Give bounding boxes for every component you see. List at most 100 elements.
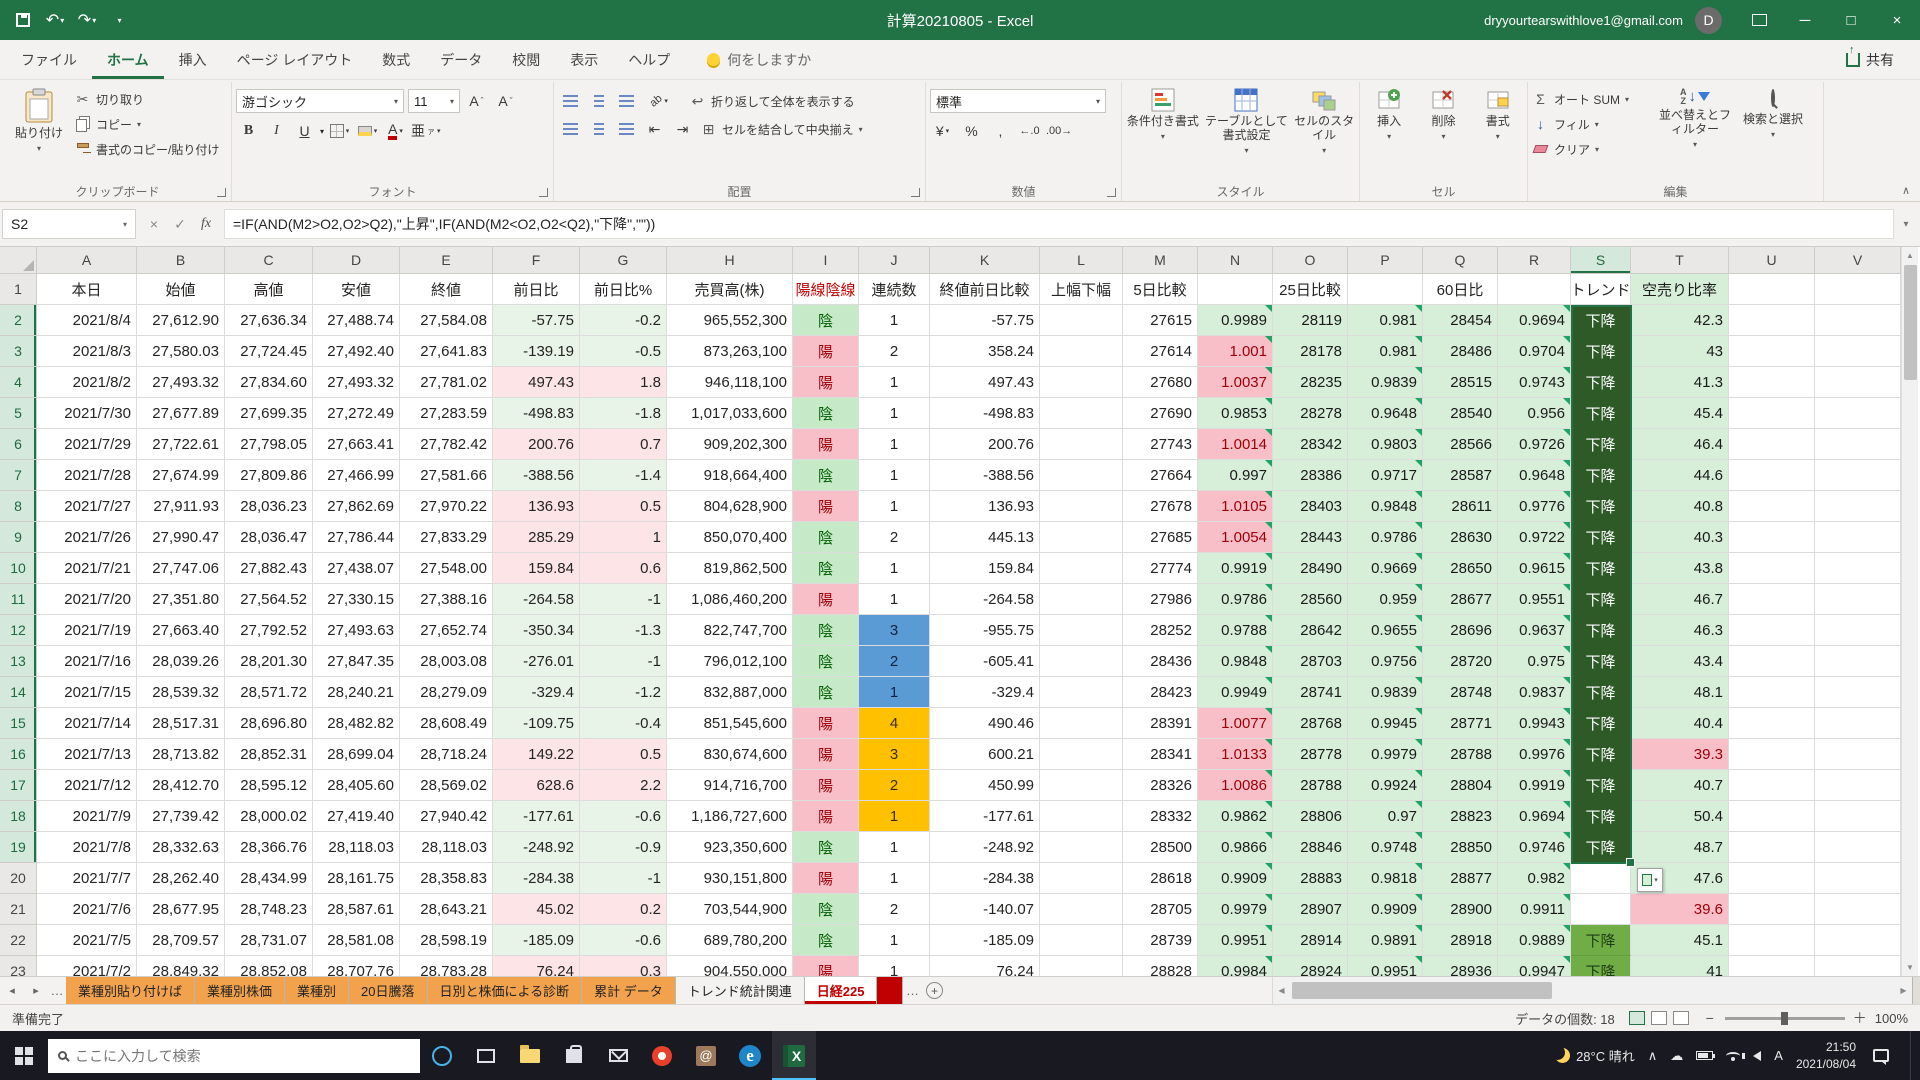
select-all-corner[interactable] [0,247,37,274]
cell-L2[interactable] [1040,305,1123,336]
cell-R9[interactable]: 0.9722 [1498,522,1571,553]
file-explorer-button[interactable] [508,1031,552,1080]
cell-U2[interactable] [1729,305,1815,336]
edge-button[interactable]: e [728,1031,772,1080]
cell-I21[interactable]: 陰 [793,894,859,925]
scroll-up-arrow[interactable]: ▲ [1902,247,1918,264]
cell-P1[interactable] [1348,274,1423,305]
cell-I1[interactable]: 陽線陰線 [793,274,859,305]
ribbon-tab-1[interactable]: ホーム [92,40,164,79]
cell-I8[interactable]: 陽 [793,491,859,522]
save-button[interactable] [8,4,38,36]
align-center-button[interactable] [586,117,611,141]
new-sheet-button[interactable]: + [921,977,947,1004]
cell-H5[interactable]: 1,017,033,600 [667,398,793,429]
italic-button[interactable]: I [264,119,289,143]
cell-I11[interactable]: 陽 [793,584,859,615]
cell-G18[interactable]: -0.6 [580,801,667,832]
cell-T7[interactable]: 44.6 [1631,460,1729,491]
row-header-21[interactable]: 21 [0,894,37,925]
align-middle-button[interactable] [586,89,611,113]
cell-L19[interactable] [1040,832,1123,863]
cell-P14[interactable]: 0.9839 [1348,677,1423,708]
cell-G6[interactable]: 0.7 [580,429,667,460]
cell-D3[interactable]: 27,492.40 [313,336,400,367]
cell-N15[interactable]: 1.0077 [1198,708,1273,739]
cell-P17[interactable]: 0.9924 [1348,770,1423,801]
cell-U12[interactable] [1729,615,1815,646]
sheet-tab-業種別[interactable]: 業種別 [285,977,349,1004]
cell-I20[interactable]: 陽 [793,863,859,894]
cell-L21[interactable] [1040,894,1123,925]
horizontal-scrollbar[interactable]: ◀ ▶ [1272,977,1912,1004]
cell-M15[interactable]: 28391 [1123,708,1198,739]
cell-D10[interactable]: 27,438.07 [313,553,400,584]
font-color-button[interactable]: A▾ [383,119,408,143]
cell-T19[interactable]: 48.7 [1631,832,1729,863]
cell-K21[interactable]: -140.07 [930,894,1040,925]
cell-O12[interactable]: 28642 [1273,615,1348,646]
cell-O6[interactable]: 28342 [1273,429,1348,460]
cell-M2[interactable]: 27615 [1123,305,1198,336]
cell-A16[interactable]: 2021/7/13 [37,739,137,770]
cell-D20[interactable]: 28,161.75 [313,863,400,894]
cell-M5[interactable]: 27690 [1123,398,1198,429]
cell-N14[interactable]: 0.9949 [1198,677,1273,708]
row-header-3[interactable]: 3 [0,336,37,367]
cell-H4[interactable]: 946,118,100 [667,367,793,398]
column-header-D[interactable]: D [313,247,400,274]
cell-S7[interactable]: 下降 [1571,460,1631,491]
horizontal-scroll-thumb[interactable] [1292,982,1552,999]
cell-O2[interactable]: 28119 [1273,305,1348,336]
cell-B3[interactable]: 27,580.03 [137,336,225,367]
cell-U16[interactable] [1729,739,1815,770]
row-header-23[interactable]: 23 [0,956,37,976]
cell-Q3[interactable]: 28486 [1423,336,1498,367]
cell-A11[interactable]: 2021/7/20 [37,584,137,615]
cancel-entry-button[interactable]: × [142,210,166,238]
cell-S22[interactable]: 下降 [1571,925,1631,956]
cell-V4[interactable] [1815,367,1901,398]
cell-T3[interactable]: 43 [1631,336,1729,367]
cell-B11[interactable]: 27,351.80 [137,584,225,615]
close-button[interactable]: × [1874,0,1920,40]
cell-A8[interactable]: 2021/7/27 [37,491,137,522]
cell-D18[interactable]: 27,419.40 [313,801,400,832]
cell-C10[interactable]: 27,882.43 [225,553,313,584]
sheet-tab-業種別株価[interactable]: 業種別株価 [195,977,285,1004]
page-layout-view-button[interactable] [1651,1011,1667,1025]
cell-I15[interactable]: 陽 [793,708,859,739]
cell-K17[interactable]: 450.99 [930,770,1040,801]
cell-K19[interactable]: -248.92 [930,832,1040,863]
volume-icon[interactable] [1753,1051,1761,1061]
cell-B13[interactable]: 28,039.26 [137,646,225,677]
cell-K20[interactable]: -284.38 [930,863,1040,894]
column-header-J[interactable]: J [859,247,930,274]
cell-F17[interactable]: 628.6 [493,770,580,801]
cell-A19[interactable]: 2021/7/8 [37,832,137,863]
cell-R15[interactable]: 0.9943 [1498,708,1571,739]
cell-E5[interactable]: 27,283.59 [400,398,493,429]
cell-J14[interactable]: 1 [859,677,930,708]
cell-D13[interactable]: 27,847.35 [313,646,400,677]
cell-H13[interactable]: 796,012,100 [667,646,793,677]
cell-N2[interactable]: 0.9989 [1198,305,1273,336]
sheet-nav-right-button[interactable]: ▸ [24,977,48,1004]
cell-H1[interactable]: 売買高(株) [667,274,793,305]
cell-D16[interactable]: 28,699.04 [313,739,400,770]
column-header-U[interactable]: U [1729,247,1815,274]
cell-R17[interactable]: 0.9919 [1498,770,1571,801]
font-dialog-launcher[interactable] [539,188,548,197]
cell-U7[interactable] [1729,460,1815,491]
row-header-14[interactable]: 14 [0,677,37,708]
cell-G20[interactable]: -1 [580,863,667,894]
zoom-level[interactable]: 100% [1875,1011,1908,1026]
cell-T4[interactable]: 41.3 [1631,367,1729,398]
cell-M21[interactable]: 28705 [1123,894,1198,925]
cell-S23[interactable]: 下降 [1571,956,1631,976]
sheet-tab-トレンド統計関連[interactable]: トレンド統計関連 [676,977,805,1004]
cell-T11[interactable]: 46.7 [1631,584,1729,615]
cell-K6[interactable]: 200.76 [930,429,1040,460]
cell-I6[interactable]: 陽 [793,429,859,460]
cell-L5[interactable] [1040,398,1123,429]
